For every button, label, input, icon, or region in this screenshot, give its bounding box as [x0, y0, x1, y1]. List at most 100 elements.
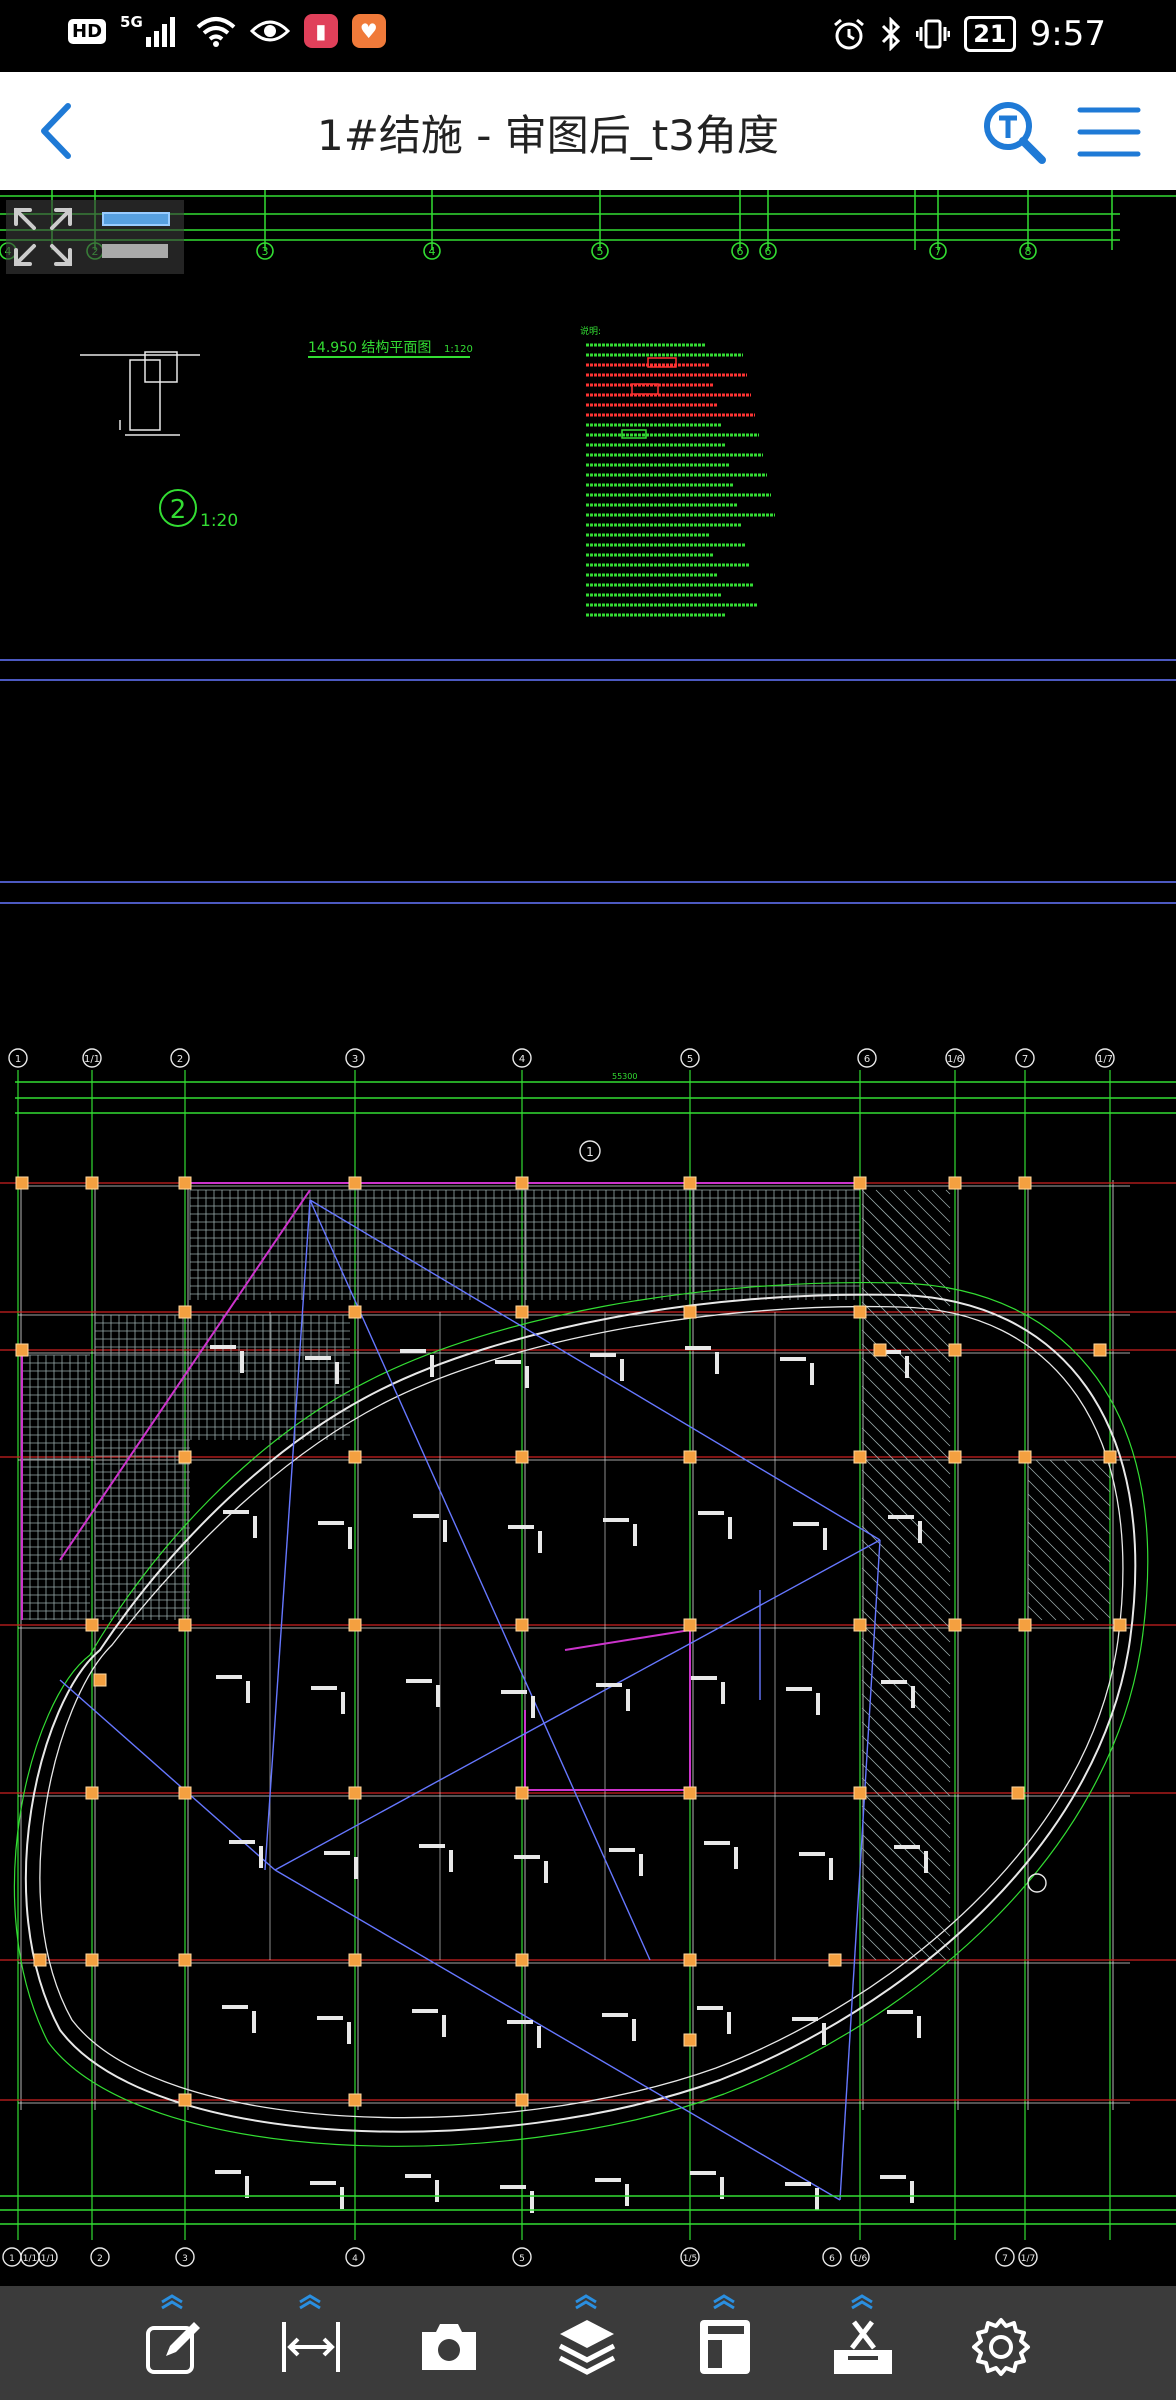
- plan-axis-label: 7: [1002, 2254, 1008, 2264]
- layer-bar-gray: [102, 244, 168, 258]
- plan-axis-label: 6: [864, 1054, 870, 1065]
- beam-label-mark: [354, 1857, 358, 1879]
- layer-bar-blue: [102, 212, 170, 226]
- beam-label-mark: [911, 1686, 915, 1708]
- beam-label-mark: [252, 2011, 256, 2033]
- beam-label-mark: [259, 1846, 263, 1868]
- column: [178, 1953, 192, 1967]
- axis-label: 7: [935, 245, 942, 258]
- beam-label-mark: [917, 2016, 921, 2038]
- beam-label-mark: [253, 1516, 257, 1538]
- cellular-signal-icon: 5G: [120, 15, 182, 47]
- expand-chevron-icon: [575, 2294, 597, 2310]
- edit-icon: [146, 2322, 200, 2374]
- beam-label-mark: [406, 1679, 432, 1683]
- beam-label-mark: [240, 1351, 244, 1373]
- beam-label-mark: [829, 1858, 833, 1880]
- column: [853, 1305, 867, 1319]
- beam-label-mark: [823, 1528, 827, 1550]
- column: [683, 1305, 697, 1319]
- layout-icon: [700, 2320, 750, 2374]
- column: [15, 1176, 29, 1190]
- column: [178, 1176, 192, 1190]
- beam-label-mark: [888, 1515, 914, 1519]
- layers-tool[interactable]: [538, 2286, 634, 2400]
- settings-tool[interactable]: [952, 2286, 1048, 2400]
- beam-label-mark: [514, 1855, 540, 1859]
- plan-axis-label: 1/1: [23, 2254, 37, 2264]
- column: [853, 1176, 867, 1190]
- beam-label-mark: [810, 1363, 814, 1385]
- beam-label-mark: [223, 1510, 249, 1514]
- edit-tool[interactable]: [124, 2286, 220, 2400]
- column: [178, 1305, 192, 1319]
- beam-label-mark: [816, 1693, 820, 1715]
- column: [178, 1450, 192, 1464]
- beam-label-mark: [215, 2170, 241, 2174]
- beam-label-mark: [413, 1514, 439, 1518]
- beam-label-mark: [405, 2174, 431, 2178]
- status-clock: 9:57: [1029, 14, 1106, 54]
- beam-label-mark: [544, 1861, 548, 1883]
- menu-button[interactable]: [1076, 102, 1142, 162]
- expand-icon[interactable]: [10, 204, 76, 270]
- beam-label-mark: [507, 2020, 533, 2024]
- column: [853, 1786, 867, 1800]
- beam-label-mark: [246, 1681, 250, 1703]
- column: [873, 1343, 887, 1357]
- settings-icon: [972, 2318, 1030, 2376]
- axis-label: 4: [429, 245, 436, 258]
- beam-label-mark: [880, 2175, 906, 2179]
- beam-label-mark: [508, 1525, 534, 1529]
- beam-label-mark: [881, 1680, 907, 1684]
- zoom-fit-panel[interactable]: [6, 200, 184, 274]
- plan-axis-label: 7: [1022, 1054, 1028, 1065]
- column: [515, 2093, 529, 2107]
- plan-axis-label: 5: [687, 1054, 693, 1065]
- toolbox-icon: [834, 2320, 892, 2374]
- beam-label-mark: [317, 2016, 343, 2020]
- column: [1018, 1176, 1032, 1190]
- beam-label-mark: [602, 2013, 628, 2017]
- axis-label: 3: [262, 245, 269, 258]
- plan-axis-label: 1: [9, 2254, 15, 2264]
- column: [348, 2093, 362, 2107]
- column: [85, 1786, 99, 1800]
- column: [85, 1176, 99, 1190]
- beam-label-mark: [435, 2180, 439, 2202]
- layout-tool[interactable]: [676, 2286, 772, 2400]
- toolbox-tool[interactable]: [814, 2286, 910, 2400]
- text-search-button[interactable]: [980, 98, 1050, 168]
- beam-label-mark: [335, 1362, 339, 1384]
- beam-label-mark: [525, 1366, 529, 1388]
- back-button[interactable]: [30, 96, 90, 166]
- beam-label-mark: [500, 2185, 526, 2189]
- axis-label: 6: [737, 245, 744, 258]
- column: [828, 1953, 842, 1967]
- cad-drawing-canvas[interactable]: 423456678 2 1:20 14.950 结构平面图 1:120 说明: …: [0, 190, 1176, 2286]
- plan-axis-label: 1/1: [84, 1054, 100, 1065]
- column: [948, 1343, 962, 1357]
- beam-label-mark: [734, 1847, 738, 1869]
- screenshot-tool[interactable]: [400, 2286, 496, 2400]
- beam-label-mark: [590, 1353, 616, 1357]
- beam-label-mark: [400, 1349, 426, 1353]
- beam-label-mark: [887, 2010, 913, 2014]
- status-left: HD 5G ▮ ♥: [68, 14, 386, 48]
- column: [85, 1618, 99, 1632]
- beam-label-mark: [324, 1851, 350, 1855]
- column: [348, 1450, 362, 1464]
- plan-axis-label: 1/6: [853, 2254, 868, 2264]
- beam-label-mark: [786, 1687, 812, 1691]
- plan-axis-label: 1/1: [41, 2254, 55, 2264]
- document-title: 1#结施 - 审图后_t3角度: [317, 111, 779, 160]
- detail-scale: 1:120: [444, 344, 473, 355]
- plan-axis-label: 1/7: [1021, 2254, 1035, 2264]
- column: [15, 1343, 29, 1357]
- measure-tool[interactable]: [262, 2286, 358, 2400]
- beam-label-mark: [697, 2006, 723, 2010]
- beam-label-mark: [603, 1518, 629, 1522]
- beam-label-mark: [727, 2012, 731, 2034]
- column: [1103, 1450, 1117, 1464]
- beam-label-mark: [625, 2184, 629, 2206]
